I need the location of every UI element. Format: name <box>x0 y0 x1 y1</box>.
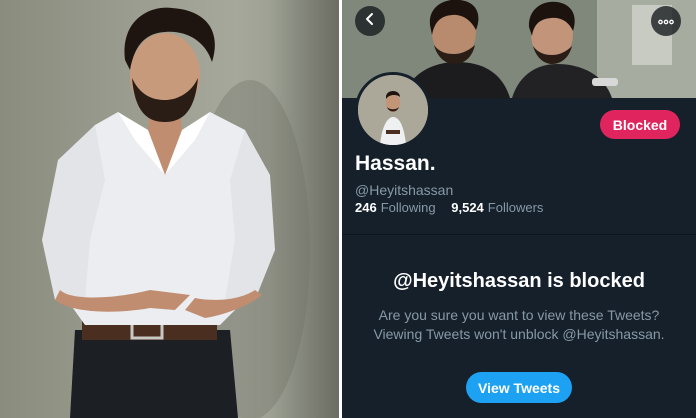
view-tweets-label: View Tweets <box>478 379 560 396</box>
chevron-left-icon <box>363 12 377 31</box>
blocked-notice-title: @Heyitshassan is blocked <box>393 270 645 292</box>
profile-stats: 246 Following 9,524 Followers <box>355 200 543 215</box>
more-options-button[interactable] <box>651 6 681 36</box>
following-count: 246 <box>355 200 377 215</box>
blocked-notice-message: Are you sure you want to view these Twee… <box>373 307 665 342</box>
section-divider <box>342 234 696 235</box>
followers-link[interactable]: 9,524 Followers <box>451 200 543 215</box>
following-link[interactable]: 246 Following <box>355 200 439 215</box>
avatar[interactable] <box>355 72 431 148</box>
followers-count: 9,524 <box>451 200 484 215</box>
followers-label: Followers <box>487 200 544 215</box>
profile-name: Hassan. <box>355 152 436 175</box>
following-label: Following <box>380 200 436 215</box>
back-button[interactable] <box>355 6 385 36</box>
view-tweets-button[interactable]: View Tweets <box>466 372 572 403</box>
twitter-profile-screen: Blocked Hassan. @Heyitshassan 246 Followi… <box>342 0 696 418</box>
man-photo <box>0 0 339 418</box>
blocked-button[interactable]: Blocked <box>600 110 680 139</box>
profile-handle: @Heyitshassan <box>355 182 454 198</box>
blocked-button-label: Blocked <box>612 116 668 133</box>
more-horizontal-icon <box>658 12 674 30</box>
